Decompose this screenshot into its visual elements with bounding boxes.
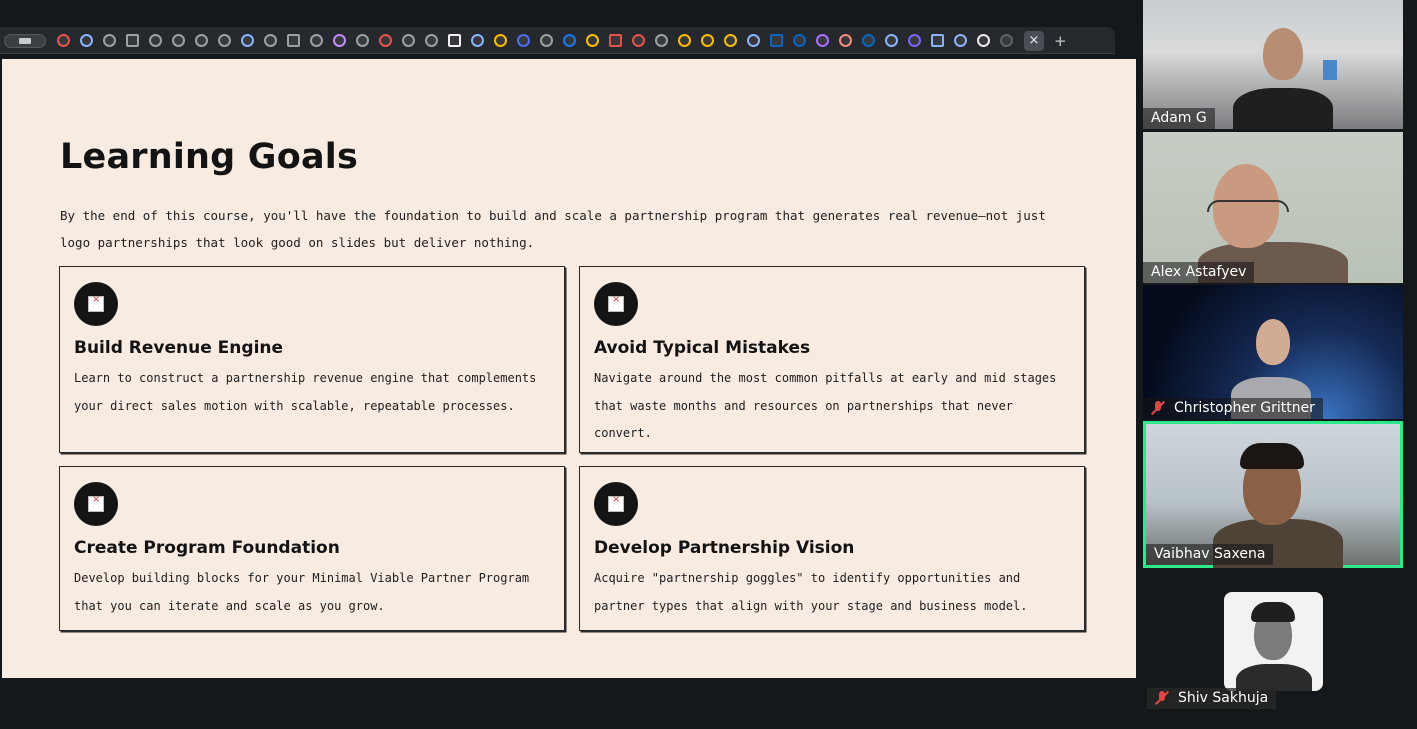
broken-image-icon [608,494,624,512]
card-icon-badge [594,282,638,326]
pinned-tab-favicon-icon[interactable] [494,34,507,47]
pinned-tab-favicon-icon[interactable] [287,34,300,47]
pinned-tab-favicon-icon[interactable] [885,34,898,47]
pinned-tab-favicon-icon[interactable] [241,34,254,47]
pinned-tab-favicon-icon[interactable] [379,34,392,47]
wall-poster [1323,60,1337,80]
card-description: Develop building blocks for your Minimal… [74,571,530,613]
pinned-tab-favicon-icon[interactable] [103,34,116,47]
tab-group-pill[interactable] [4,33,46,48]
pinned-tab-favicon-icon[interactable] [172,34,185,47]
participant-head [1256,319,1290,365]
participant-name: Vaibhav Saxena [1146,544,1274,565]
pinned-tab-favicon-icon[interactable] [954,34,967,47]
video-tile-adam[interactable]: Adam G [1143,0,1403,129]
card-title: Develop Partnership Vision [594,538,855,558]
pinned-tab-favicon-icon[interactable] [678,34,691,47]
card-description: Navigate around the most common pitfalls… [594,371,1057,440]
close-icon: × [1028,33,1040,48]
pinned-tab-favicon-icon[interactable] [402,34,415,47]
pinned-tab-favicon-icon[interactable] [310,34,323,47]
participant-body [1233,88,1333,129]
video-tile-alex[interactable]: Alex Astafyev [1143,132,1403,283]
pinned-tab-favicon-icon[interactable] [540,34,553,47]
goal-card: Avoid Typical Mistakes Navigate around t… [579,266,1085,453]
slide-intro: By the end of this course, you'll have t… [60,208,1046,250]
shared-slide: Learning Goals By the end of this course… [2,59,1136,678]
pinned-tab-favicon-icon[interactable] [609,34,622,47]
broken-image-icon [88,294,104,312]
tab-strip-divider [0,53,1115,54]
pinned-tab-favicon-icon[interactable] [632,34,645,47]
pinned-tab-favicon-icon[interactable] [149,34,162,47]
card-icon-badge [594,482,638,526]
pinned-tab-favicon-icon[interactable] [839,34,852,47]
pinned-tab-favicon-icon[interactable] [195,34,208,47]
pinned-tab-favicon-icon[interactable] [908,34,921,47]
pinned-tab-favicon-icon[interactable] [80,34,93,47]
participant-name: Adam G [1143,108,1215,129]
pinned-tab-favicon-icon[interactable] [563,34,576,47]
broken-image-icon [608,294,624,312]
pinned-tab-favicon-icon[interactable] [517,34,530,47]
pinned-tab-favicon-icon[interactable] [356,34,369,47]
pinned-tab-favicon-icon[interactable] [862,34,875,47]
participant-name: Christopher Grittner [1143,398,1323,419]
pinned-tab-favicon-icon[interactable] [57,34,70,47]
card-description: Acquire "partnership goggles" to identif… [594,571,1028,613]
mic-muted-icon [1155,691,1169,705]
participant-name: Shiv Sakhuja [1147,688,1277,709]
pinned-tabs [52,34,1018,47]
new-tab-button[interactable]: + [1054,32,1067,50]
pinned-tab-favicon-icon[interactable] [747,34,760,47]
pinned-tab-favicon-icon[interactable] [448,34,461,47]
pinned-tab-favicon-icon[interactable] [793,34,806,47]
active-tab-close-button[interactable]: × [1024,30,1044,51]
participant-hair [1240,443,1304,469]
participant-name: Alex Astafyev [1143,262,1255,283]
card-icon-badge [74,282,118,326]
pinned-tab-favicon-icon[interactable] [816,34,829,47]
pinned-tab-favicon-icon[interactable] [724,34,737,47]
mic-muted-icon [1151,401,1165,415]
pinned-tab-favicon-icon[interactable] [586,34,599,47]
card-title: Create Program Foundation [74,538,340,558]
pinned-tab-favicon-icon[interactable] [264,34,277,47]
pinned-tab-favicon-icon[interactable] [770,34,783,47]
pinned-tab-favicon-icon[interactable] [701,34,714,47]
card-title: Avoid Typical Mistakes [594,338,811,358]
plus-icon: + [1054,31,1067,50]
pinned-tab-favicon-icon[interactable] [931,34,944,47]
headphones [1207,200,1289,212]
participant-head [1263,28,1303,80]
card-icon-badge [74,482,118,526]
video-tile-christopher[interactable]: Christopher Grittner [1143,285,1403,419]
pinned-tab-favicon-icon[interactable] [655,34,668,47]
tab-group-icon [19,37,31,44]
video-tile-vaibhav[interactable]: Vaibhav Saxena [1143,421,1403,568]
broken-image-icon [88,494,104,512]
participant-hair [1251,602,1295,622]
goal-card: Create Program Foundation Develop buildi… [59,466,565,631]
pinned-tab-favicon-icon[interactable] [1000,34,1013,47]
pinned-tab-favicon-icon[interactable] [471,34,484,47]
browser-tab-strip: × + [0,27,1115,54]
pinned-tab-favicon-icon[interactable] [126,34,139,47]
avatar[interactable] [1224,592,1323,691]
pinned-tab-favicon-icon[interactable] [218,34,231,47]
card-description: Learn to construct a partnership revenue… [74,371,537,413]
goal-card: Build Revenue Engine Learn to construct … [59,266,565,453]
pinned-tab-favicon-icon[interactable] [425,34,438,47]
slide-title: Learning Goals [60,137,359,177]
card-title: Build Revenue Engine [74,338,284,358]
participant-body [1236,664,1312,691]
pinned-tab-favicon-icon[interactable] [977,34,990,47]
pinned-tab-favicon-icon[interactable] [333,34,346,47]
goal-card: Develop Partnership Vision Acquire "part… [579,466,1085,631]
